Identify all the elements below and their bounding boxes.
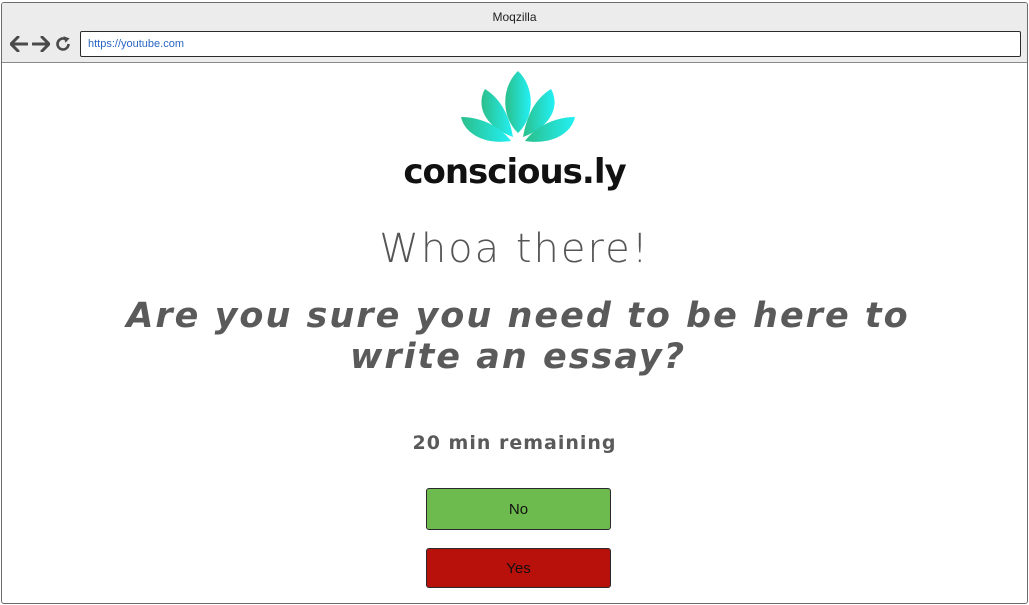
nav-buttons	[8, 34, 74, 54]
page-content: conscious.ly Whoa there! Are you sure yo…	[2, 64, 1027, 603]
headline: Whoa there!	[379, 226, 650, 272]
browser-window: Moqzilla https://youtube.com conscious.l…	[1, 2, 1028, 604]
url-input[interactable]	[81, 32, 1020, 56]
lotus-icon	[461, 71, 575, 142]
no-button[interactable]: No	[426, 488, 611, 530]
window-title: Moqzilla	[492, 10, 537, 24]
time-remaining: 20 min remaining	[412, 432, 617, 454]
question-text: Are you sure you need to be here to writ…	[126, 296, 910, 377]
browser-chrome: Moqzilla	[2, 3, 1027, 63]
brand-name: conscious.ly	[403, 152, 626, 192]
yes-button[interactable]: Yes	[426, 548, 611, 588]
back-arrow-icon[interactable]	[8, 34, 30, 54]
forward-arrow-icon[interactable]	[30, 34, 52, 54]
reload-icon[interactable]	[52, 34, 74, 54]
address-bar[interactable]	[80, 31, 1021, 57]
